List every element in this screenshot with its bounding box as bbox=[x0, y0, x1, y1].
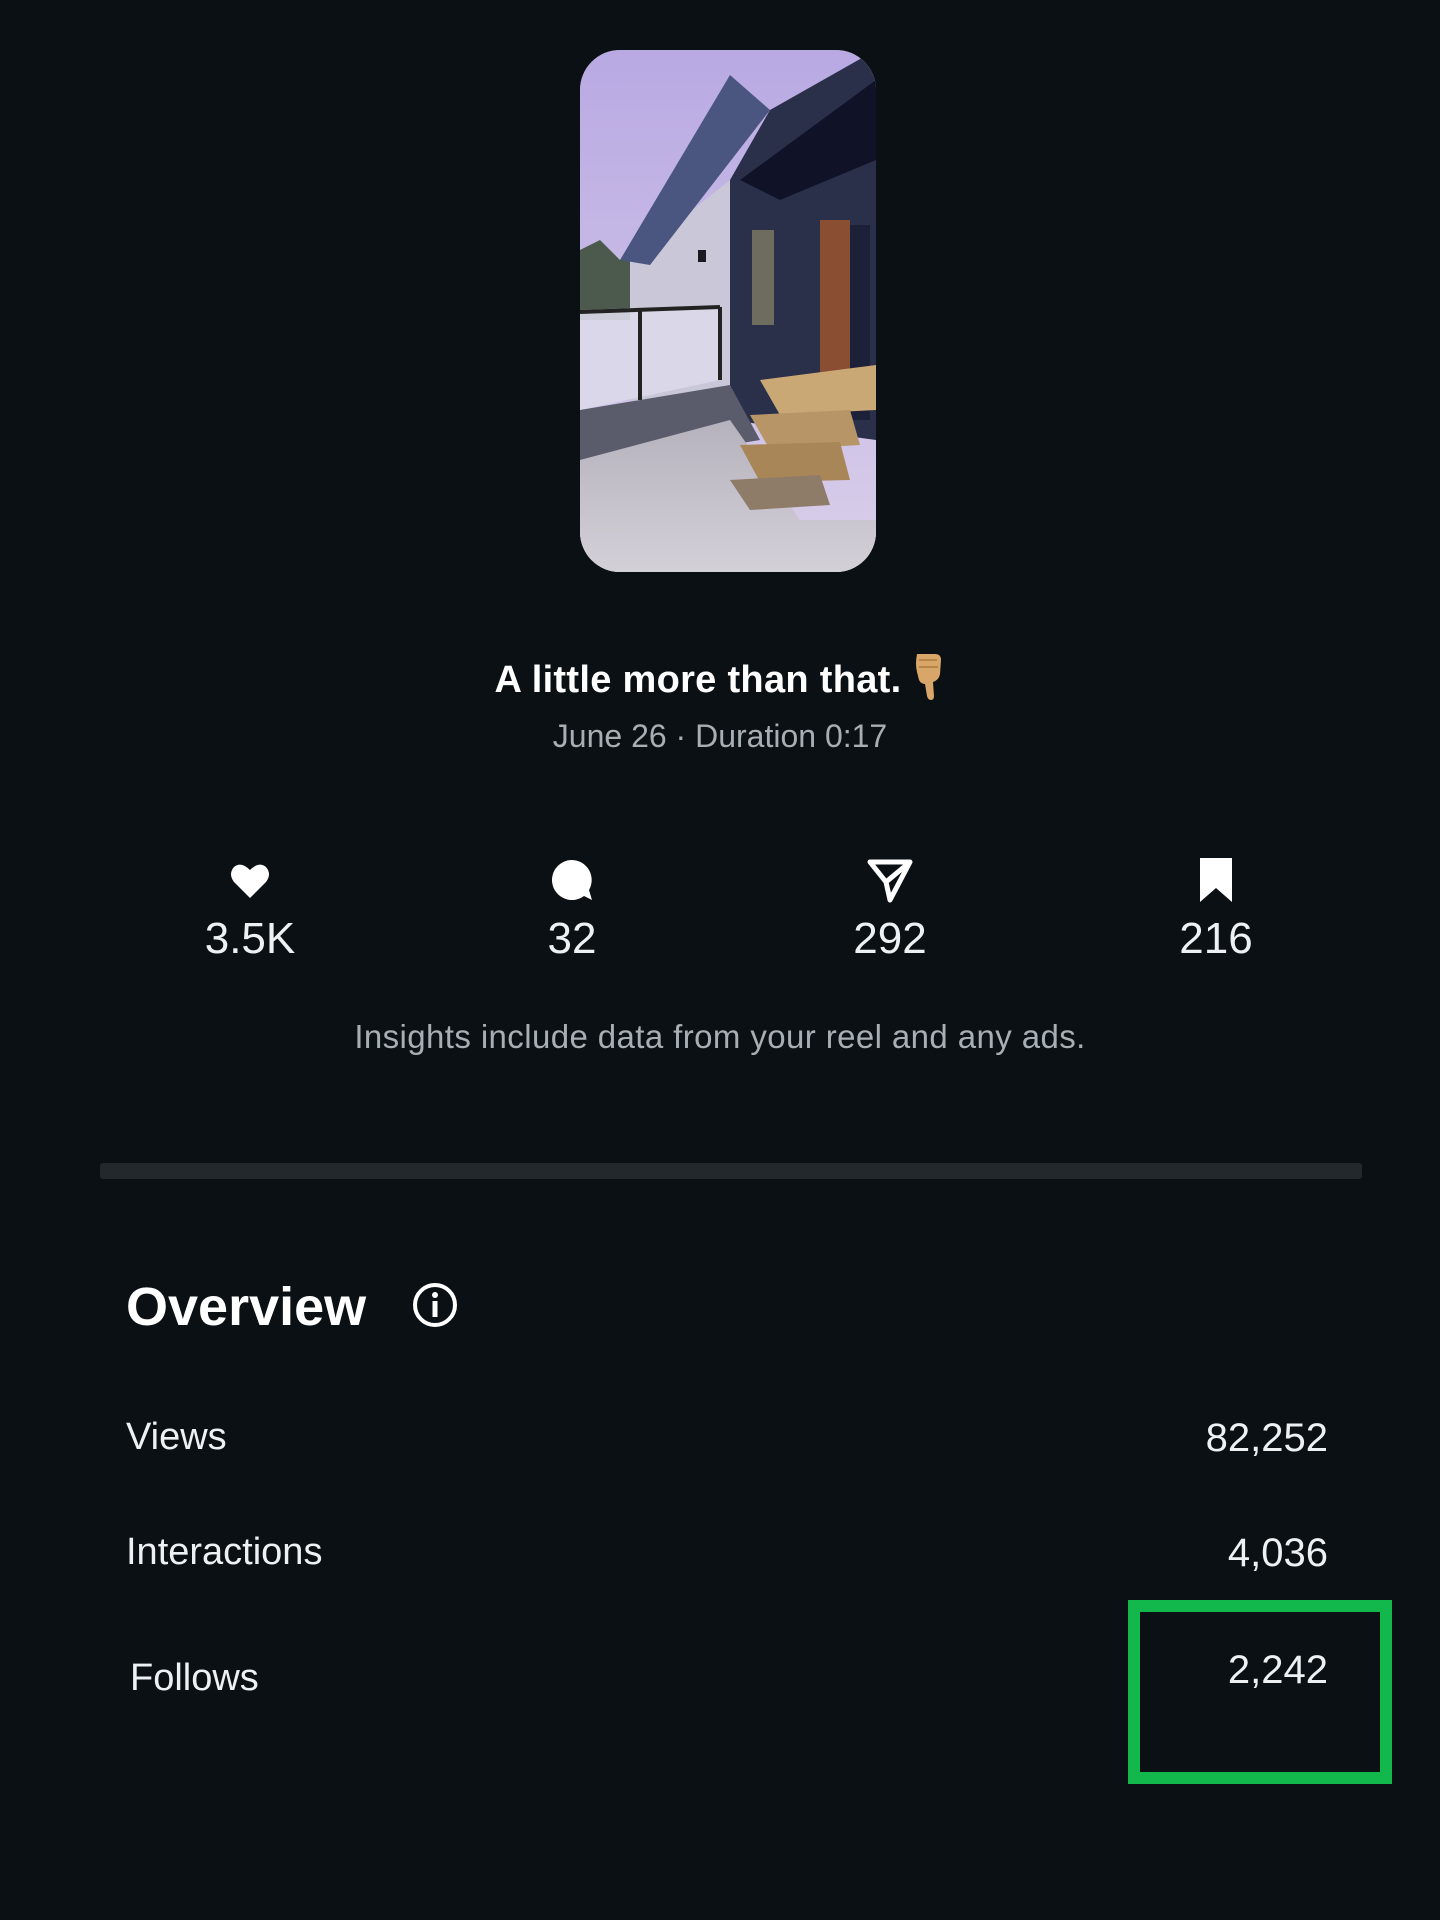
views-label: Views bbox=[126, 1416, 227, 1458]
saves-stat: 216 bbox=[1116, 856, 1316, 964]
caption-text: A little more than that. bbox=[494, 659, 902, 701]
pointing-down-hand-emoji bbox=[916, 654, 942, 700]
overview-title: Overview bbox=[126, 1277, 367, 1337]
share-icon bbox=[867, 859, 913, 903]
insights-note: Insights include data from your reel and… bbox=[354, 1018, 1086, 1055]
interactions-label: Interactions bbox=[126, 1531, 323, 1573]
bookmark-icon bbox=[1200, 858, 1232, 902]
reel-caption: A little more than that. bbox=[0, 650, 1440, 702]
views-value: 82,252 bbox=[1205, 1416, 1328, 1460]
follows-label: Follows bbox=[130, 1657, 259, 1699]
follows-highlight-box bbox=[1128, 1600, 1392, 1784]
shares-stat: 292 bbox=[790, 856, 990, 964]
comment-icon bbox=[552, 860, 592, 900]
likes-stat: 3.5K bbox=[150, 856, 350, 964]
comments-stat: 32 bbox=[472, 856, 672, 964]
shares-count: 292 bbox=[853, 914, 927, 963]
heart-icon bbox=[231, 864, 269, 898]
reel-thumbnail[interactable] bbox=[580, 50, 876, 572]
interactions-value: 4,036 bbox=[1227, 1531, 1328, 1575]
likes-count: 3.5K bbox=[204, 914, 296, 963]
house-photo bbox=[580, 50, 876, 572]
section-divider bbox=[100, 1163, 1362, 1179]
comments-count: 32 bbox=[547, 914, 597, 963]
reel-date-duration: June 26 · Duration 0:17 bbox=[552, 718, 888, 754]
info-icon[interactable] bbox=[412, 1282, 458, 1328]
saves-count: 216 bbox=[1179, 914, 1253, 963]
